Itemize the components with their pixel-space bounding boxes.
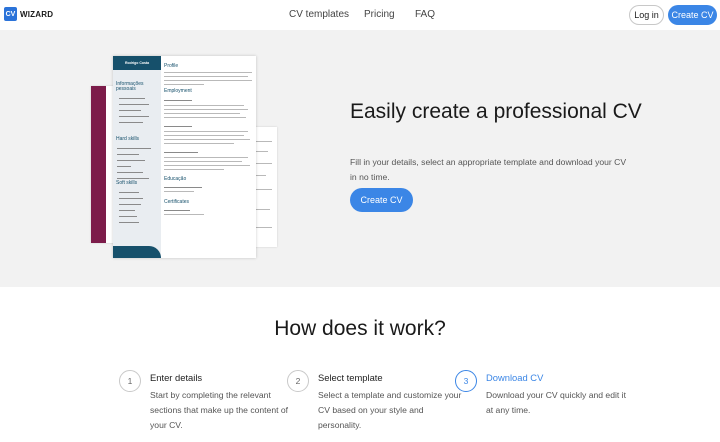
step-3-description: Download your CV quickly and edit it at … bbox=[486, 390, 626, 415]
step-1-title: Enter details bbox=[150, 372, 203, 383]
step-2-number: 2 bbox=[287, 370, 309, 392]
how-it-works-title: How does it work? bbox=[274, 317, 446, 340]
hero-create-cv-button[interactable]: Create CV bbox=[350, 188, 413, 212]
cv-preview-heading: Employment bbox=[164, 88, 192, 94]
cv-preview-heading: Educação bbox=[164, 176, 187, 182]
cv-preview-sidebar: Rodrigo Costa Informações pessoais Hard … bbox=[113, 56, 161, 258]
cv-preview-main: Rodrigo Costa Informações pessoais Hard … bbox=[113, 56, 256, 258]
nav-faq[interactable]: FAQ bbox=[415, 9, 435, 20]
logo[interactable]: CV WIZARD bbox=[4, 7, 53, 21]
step-2-title: Select template bbox=[318, 372, 383, 383]
cv-preview-side-heading: Informações pessoais bbox=[116, 81, 144, 92]
nav-pricing[interactable]: Pricing bbox=[364, 9, 395, 20]
cv-preview-heading: Certificates bbox=[164, 199, 190, 205]
step-1-number: 1 bbox=[119, 370, 141, 392]
step-3-title: Download CV bbox=[486, 372, 544, 383]
cv-preview-side-heading: Soft skills bbox=[116, 180, 138, 186]
hero-subtitle: Fill in your details, select an appropri… bbox=[350, 157, 627, 182]
cv-preview-name: Rodrigo Costa bbox=[113, 56, 161, 70]
hero-title: Easily create a professional CV bbox=[350, 100, 642, 123]
step-1-description: Start by completing the relevant section… bbox=[150, 390, 289, 430]
top-header: CV WIZARD CV templates Pricing FAQ Log i… bbox=[0, 0, 720, 30]
logo-text: WIZARD bbox=[20, 9, 54, 19]
step-2-description: Select a template and customize your CV … bbox=[318, 390, 462, 430]
login-button[interactable]: Log in bbox=[629, 5, 664, 25]
header-create-cv-button[interactable]: Create CV bbox=[668, 5, 717, 25]
step-3-number: 3 bbox=[455, 370, 477, 392]
logo-icon: CV bbox=[4, 7, 17, 21]
cv-preview-back-strip bbox=[91, 86, 106, 243]
cv-preview-side-heading: Hard skills bbox=[116, 136, 140, 142]
nav-cv-templates[interactable]: CV templates bbox=[289, 9, 349, 20]
cv-preview-heading: Profile bbox=[164, 63, 179, 69]
cv-preview-sidebar-footer bbox=[113, 246, 161, 258]
